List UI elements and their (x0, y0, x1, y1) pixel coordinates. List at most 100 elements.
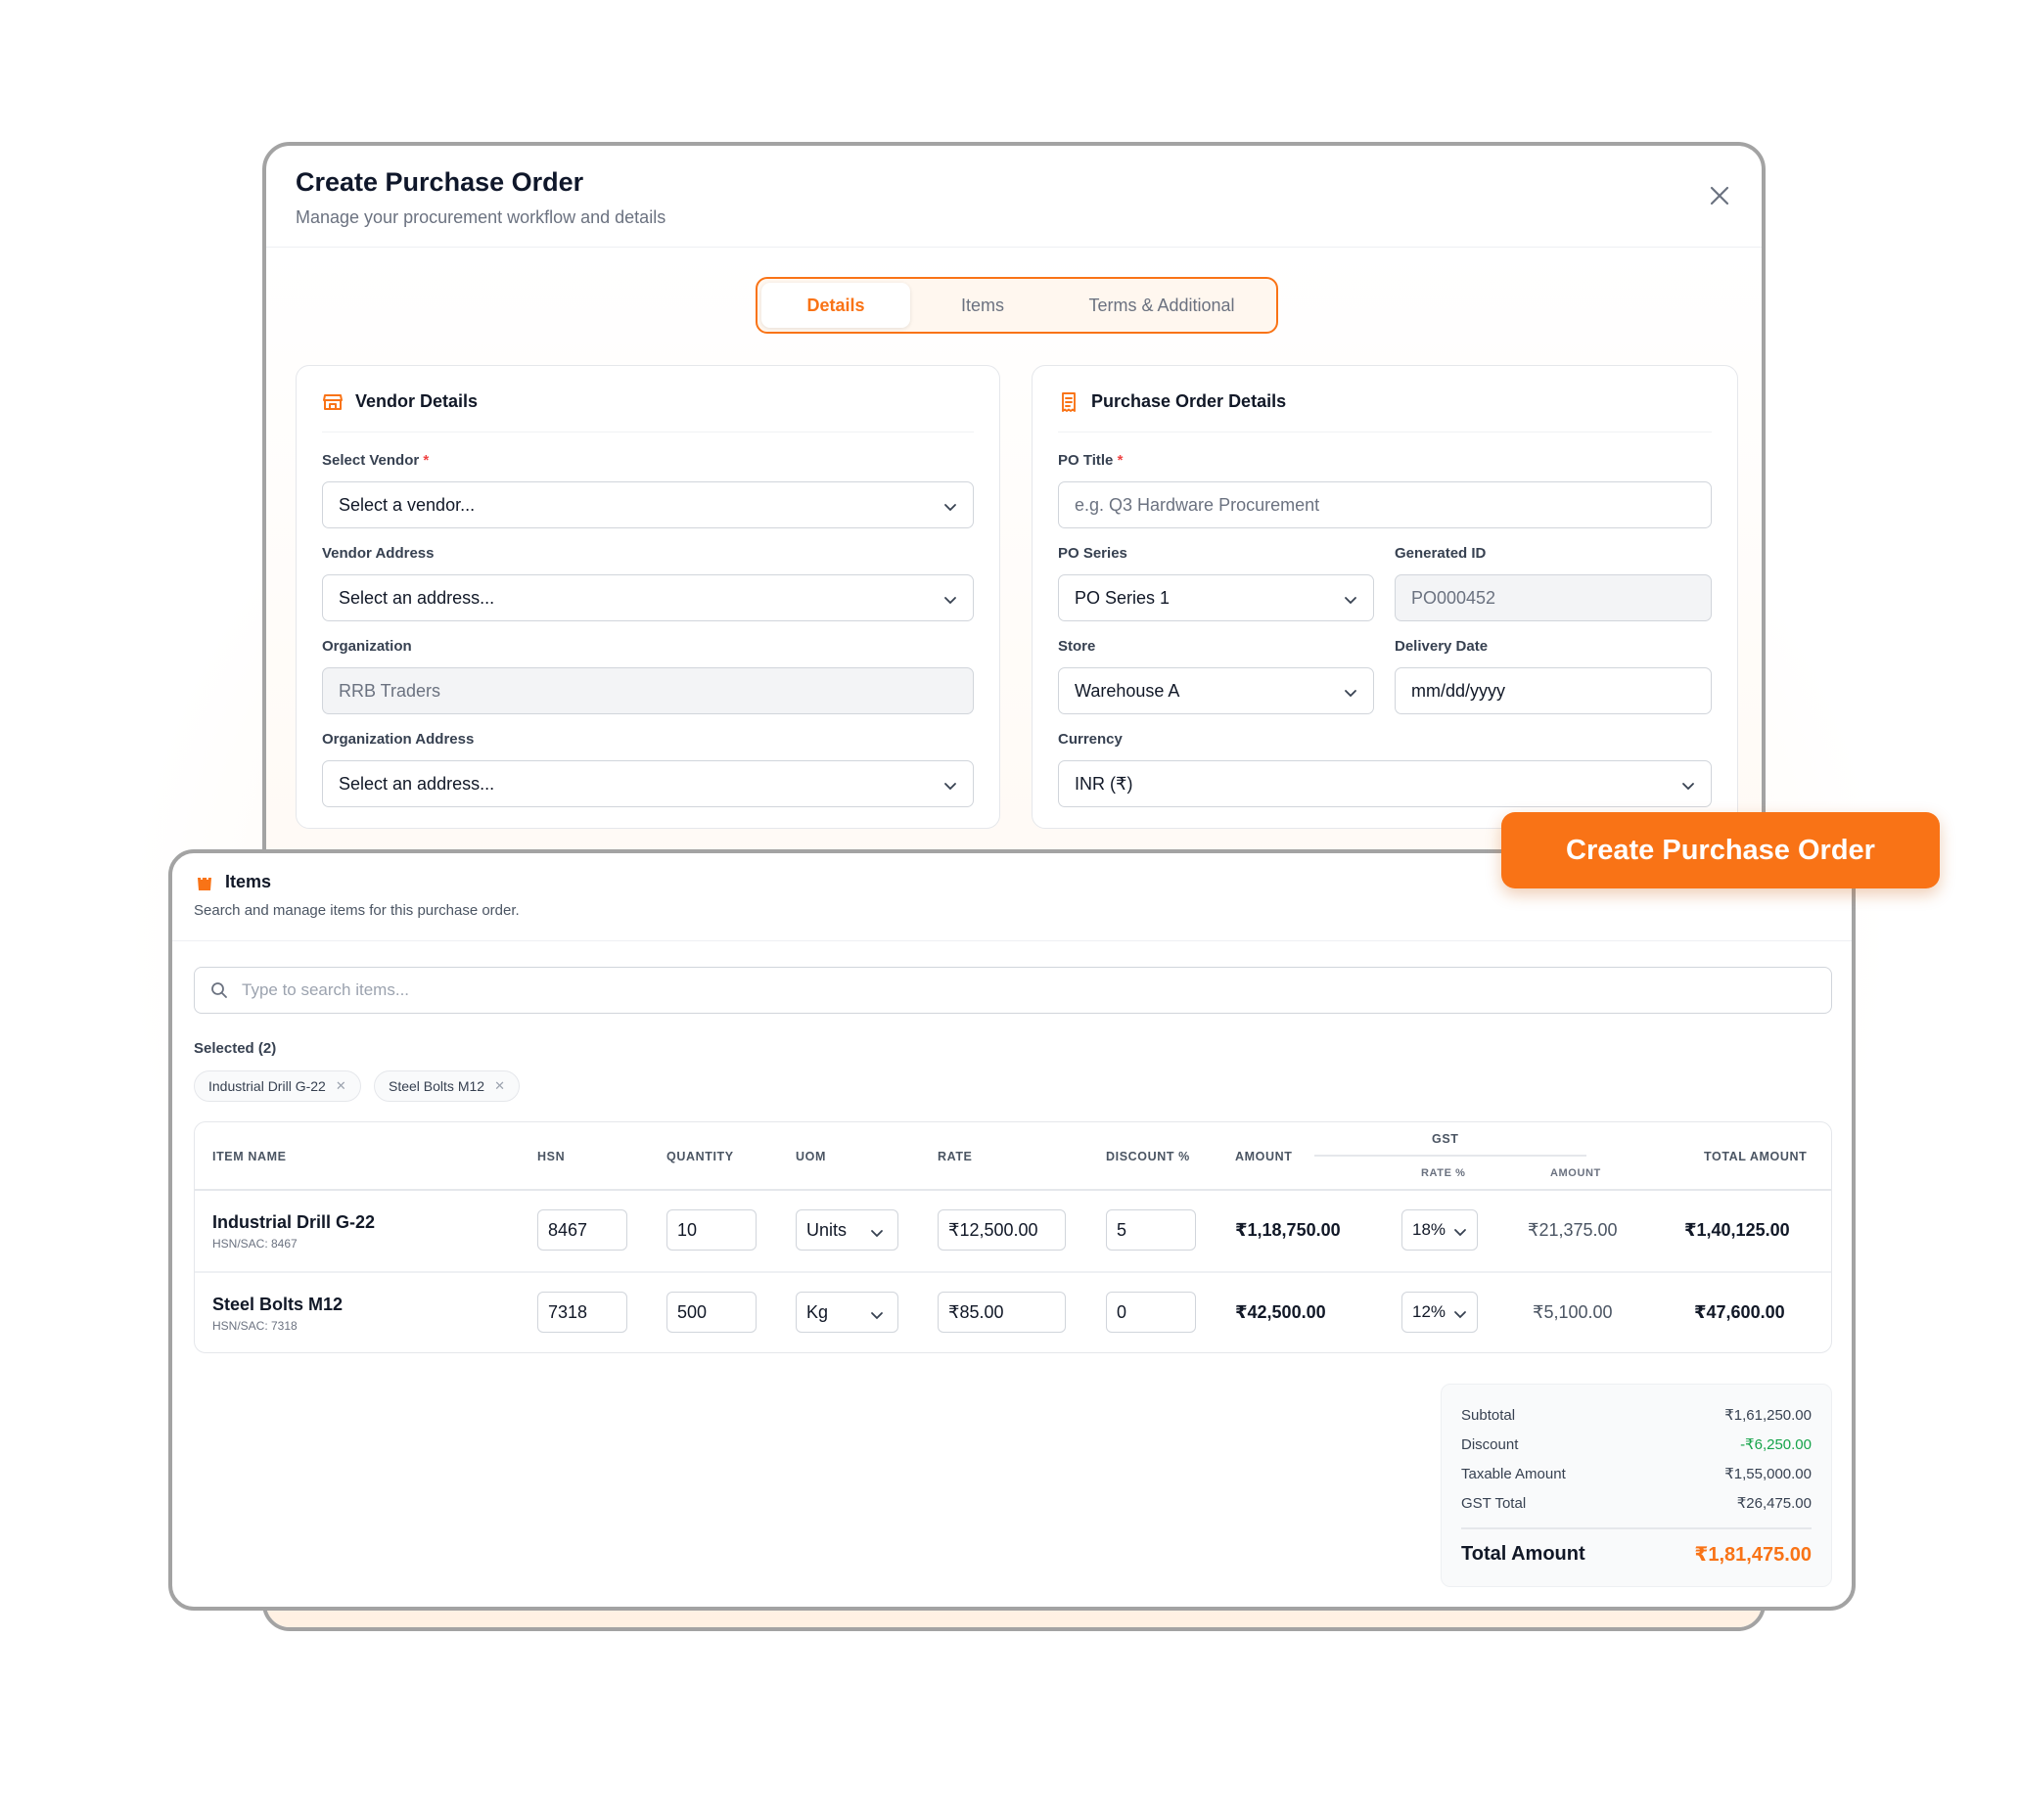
search-icon (211, 982, 227, 998)
generated-id-label: Generated ID (1395, 545, 1487, 562)
vendor-address-value: Select an address... (339, 587, 495, 608)
select-vendor-value: Select a vendor... (339, 494, 476, 515)
store-value: Warehouse A (1075, 680, 1180, 701)
item-name: Steel Bolts M12 (212, 1295, 344, 1314)
item-search-input[interactable]: Type to search items... (194, 967, 1832, 1014)
currency-value: INR (₹) (1075, 773, 1133, 794)
rate-input[interactable]: ₹12,500.00 (938, 1209, 1066, 1251)
selected-chip[interactable]: Industrial Drill G-22 ✕ (194, 1070, 361, 1102)
modal-header: Create Purchase Order Manage your procur… (266, 146, 1762, 248)
order-summary: Subtotal ₹1,61,250.00 Discount -₹6,250.0… (1441, 1384, 1832, 1587)
discount-input[interactable]: 0 (1106, 1292, 1196, 1333)
chip-label: Industrial Drill G-22 (208, 1078, 326, 1094)
rate-input[interactable]: ₹85.00 (938, 1292, 1066, 1333)
po-title-label: PO Title (1058, 452, 1114, 469)
organization-input: RRB Traders (322, 667, 974, 714)
select-vendor-dropdown[interactable]: Select a vendor... (322, 481, 974, 528)
org-address-value: Select an address... (339, 773, 495, 794)
delivery-date-input[interactable]: mm/dd/yyyy (1395, 667, 1712, 714)
col-item-name: ITEM NAME (212, 1150, 287, 1163)
item-name: Industrial Drill G-22 (212, 1212, 376, 1232)
table-row-item-cell: Steel Bolts M12 HSN/SAC: 7318 (212, 1295, 343, 1333)
hsn-input[interactable]: 7318 (537, 1292, 627, 1333)
uom-select[interactable]: Units (796, 1209, 898, 1251)
uom-select[interactable]: Kg (796, 1292, 898, 1333)
summary-discount: Discount -₹6,250.00 (1461, 1430, 1812, 1459)
delivery-date-label: Delivery Date (1395, 638, 1489, 655)
col-gst-amount: AMOUNT (1550, 1167, 1601, 1179)
table-row-item-cell: Industrial Drill G-22 HSN/SAC: 8467 (212, 1212, 375, 1251)
gst-rate-value: 12% (1412, 1302, 1446, 1321)
taxable-value: ₹1,55,000.00 (1724, 1466, 1812, 1482)
summary-total: Total Amount ₹1,81,475.00 (1461, 1529, 1812, 1580)
col-gst-rate: RATE % (1421, 1167, 1466, 1179)
po-series-label: PO Series (1058, 545, 1127, 562)
discount-value: -₹6,250.00 (1740, 1436, 1812, 1453)
remove-chip-icon[interactable]: ✕ (494, 1078, 505, 1094)
store-field: Store Warehouse A (1058, 638, 1374, 714)
create-purchase-order-button[interactable]: Create Purchase Order (1501, 812, 1940, 888)
hsn-input[interactable]: 8467 (537, 1209, 627, 1251)
receipt-icon (1058, 391, 1079, 413)
org-address-dropdown[interactable]: Select an address... (322, 760, 974, 807)
chevron-down-icon (1344, 684, 1357, 698)
gst-divider (1314, 1155, 1586, 1157)
col-discount: DISCOUNT % (1106, 1150, 1190, 1163)
vendor-details-card: Vendor Details Select Vendor * Select a … (296, 365, 1000, 829)
col-amount: AMOUNT (1235, 1150, 1293, 1163)
gst-rate-select[interactable]: 12% (1401, 1292, 1478, 1333)
uom-value: Units (806, 1219, 848, 1240)
chevron-down-icon (1453, 1306, 1467, 1320)
currency-label: Currency (1058, 731, 1123, 748)
organization-field: Organization RRB Traders (322, 638, 974, 714)
vendor-address-field: Vendor Address Select an address... (322, 545, 974, 621)
chevron-down-icon (1453, 1224, 1467, 1238)
selected-count-label: Selected (2) (194, 1040, 277, 1057)
gst-total-value: ₹26,475.00 (1736, 1495, 1812, 1512)
remove-chip-icon[interactable]: ✕ (336, 1078, 346, 1094)
subtotal-value: ₹1,61,250.00 (1724, 1407, 1812, 1424)
quantity-input[interactable]: 500 (666, 1292, 757, 1333)
tab-bar: Details Items Terms & Additional (756, 277, 1278, 334)
po-details-card: Purchase Order Details PO Title * e.g. Q… (1032, 365, 1738, 829)
tab-items[interactable]: Items (910, 283, 1055, 328)
col-total-amount: TOTAL AMOUNT (1704, 1150, 1808, 1163)
chevron-down-icon (943, 498, 957, 512)
po-details-header: Purchase Order Details (1058, 366, 1712, 432)
chip-label: Steel Bolts M12 (389, 1078, 485, 1094)
selected-chip[interactable]: Steel Bolts M12 ✕ (374, 1070, 520, 1102)
vendor-address-dropdown[interactable]: Select an address... (322, 574, 974, 621)
col-hsn: HSN (537, 1150, 566, 1163)
amount-value: ₹1,18,750.00 (1235, 1220, 1341, 1240)
subtotal-label: Subtotal (1461, 1406, 1516, 1424)
chevron-down-icon (1344, 591, 1357, 605)
org-address-field: Organization Address Select an address..… (322, 731, 974, 807)
shopping-bag-icon (194, 871, 215, 892)
tab-terms-additional[interactable]: Terms & Additional (1055, 283, 1268, 328)
col-rate: RATE (938, 1150, 973, 1163)
chevron-down-icon (943, 591, 957, 605)
uom-value: Kg (806, 1301, 829, 1322)
item-hsn-sac: HSN/SAC: 7318 (212, 1319, 298, 1333)
po-series-field: PO Series PO Series 1 (1058, 545, 1374, 621)
modal-title: Create Purchase Order (296, 167, 584, 197)
chevron-down-icon (870, 1224, 884, 1238)
vendor-address-label: Vendor Address (322, 545, 435, 562)
po-title-field: PO Title * e.g. Q3 Hardware Procurement (1058, 452, 1712, 528)
modal-subtitle: Manage your procurement workflow and det… (296, 207, 666, 227)
total-amount-label: Total Amount (1461, 1543, 1585, 1565)
select-vendor-field: Select Vendor * Select a vendor... (322, 452, 974, 528)
po-title-input[interactable]: e.g. Q3 Hardware Procurement (1058, 481, 1712, 528)
quantity-input[interactable]: 10 (666, 1209, 757, 1251)
po-series-dropdown[interactable]: PO Series 1 (1058, 574, 1374, 621)
close-icon[interactable] (1705, 181, 1734, 210)
currency-dropdown[interactable]: INR (₹) (1058, 760, 1712, 807)
taxable-label: Taxable Amount (1461, 1465, 1566, 1482)
discount-input[interactable]: 5 (1106, 1209, 1196, 1251)
store-dropdown[interactable]: Warehouse A (1058, 667, 1374, 714)
organization-label: Organization (322, 638, 412, 655)
summary-subtotal: Subtotal ₹1,61,250.00 (1461, 1400, 1812, 1430)
gst-total-label: GST Total (1461, 1494, 1527, 1512)
tab-details[interactable]: Details (761, 283, 910, 328)
gst-rate-select[interactable]: 18% (1401, 1209, 1478, 1251)
